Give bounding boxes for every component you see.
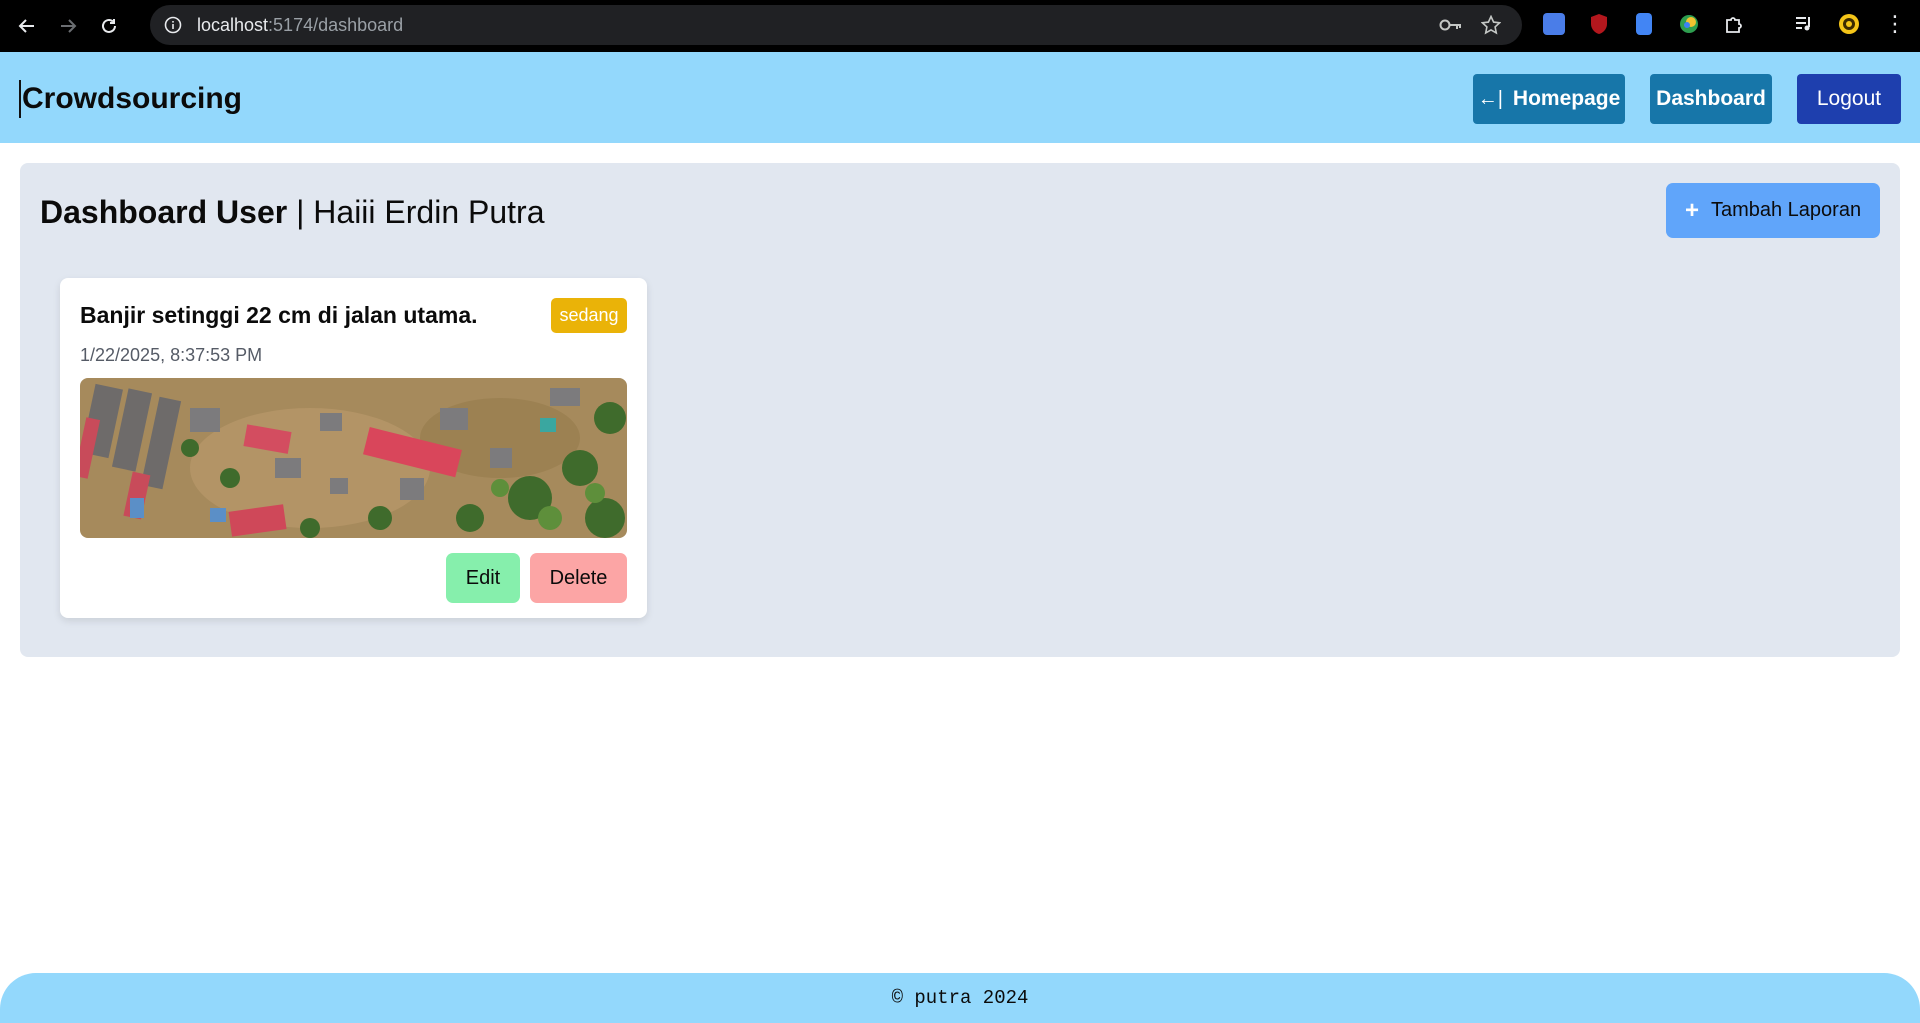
report-timestamp: 1/22/2025, 8:37:53 PM — [80, 345, 263, 365]
title-separator: | — [287, 194, 314, 230]
url-text: localhost:5174/dashboard — [197, 15, 403, 36]
ublock-extension-icon[interactable] — [1585, 10, 1613, 38]
page-title: Dashboard User | Haiii Erdin Putra — [40, 192, 544, 232]
password-key-icon[interactable] — [1438, 13, 1464, 37]
app-header: Crowdsourcing ←| Homepage Dashboard Logo… — [0, 52, 1920, 143]
profile-avatar-icon[interactable] — [1835, 10, 1863, 38]
edit-button[interactable]: Edit — [446, 553, 520, 603]
back-icon[interactable] — [13, 12, 41, 40]
plus-icon: + — [1684, 196, 1699, 224]
address-bar[interactable]: localhost:5174/dashboard — [150, 5, 1522, 45]
report-title: Banjir setinggi 22 cm di jalan utama. — [80, 302, 478, 328]
color-extension-icon[interactable] — [1675, 10, 1703, 38]
logout-label: Logout — [1816, 87, 1882, 110]
brand-title: Crowdsourcing — [19, 80, 242, 118]
severity-badge: sedang — [551, 298, 627, 333]
dashboard-panel: Dashboard User | Haiii Erdin Putra + Tam… — [20, 163, 1900, 657]
report-card: Banjir setinggi 22 cm di jalan utama. se… — [60, 278, 647, 618]
copyright-text: © putra 2024 — [891, 987, 1029, 1009]
url-host: localhost — [197, 14, 269, 35]
dashboard-label: Dashboard — [1656, 87, 1766, 110]
delete-button[interactable]: Delete — [530, 553, 627, 603]
add-report-label: Tambah Laporan — [1710, 199, 1862, 221]
forward-icon[interactable] — [54, 12, 82, 40]
dashboard-button[interactable]: Dashboard — [1650, 74, 1772, 124]
logout-button[interactable]: Logout — [1797, 74, 1901, 124]
document-extension-icon[interactable] — [1630, 10, 1658, 38]
homepage-label: Homepage — [1512, 87, 1621, 110]
translate-extension-icon[interactable] — [1540, 10, 1568, 38]
page-title-strong: Dashboard User — [40, 194, 288, 230]
extensions-puzzle-icon[interactable] — [1720, 10, 1748, 38]
reload-icon[interactable] — [95, 12, 123, 40]
browser-toolbar: localhost:5174/dashboard ⋮ — [0, 0, 1920, 52]
site-info-icon[interactable] — [163, 15, 183, 35]
browser-menu-icon[interactable]: ⋮ — [1884, 10, 1906, 38]
user-greeting: Haiii Erdin Putra — [313, 194, 545, 230]
add-report-button[interactable]: + Tambah Laporan — [1666, 183, 1880, 238]
bookmark-star-icon[interactable] — [1478, 13, 1504, 37]
media-queue-icon[interactable] — [1790, 10, 1818, 38]
report-photo — [80, 378, 627, 538]
footer: © putra 2024 — [0, 973, 1920, 1023]
url-path: :5174/dashboard — [268, 14, 404, 35]
back-arrow-icon: ←| — [1477, 87, 1503, 110]
homepage-button[interactable]: ←| Homepage — [1473, 74, 1625, 124]
